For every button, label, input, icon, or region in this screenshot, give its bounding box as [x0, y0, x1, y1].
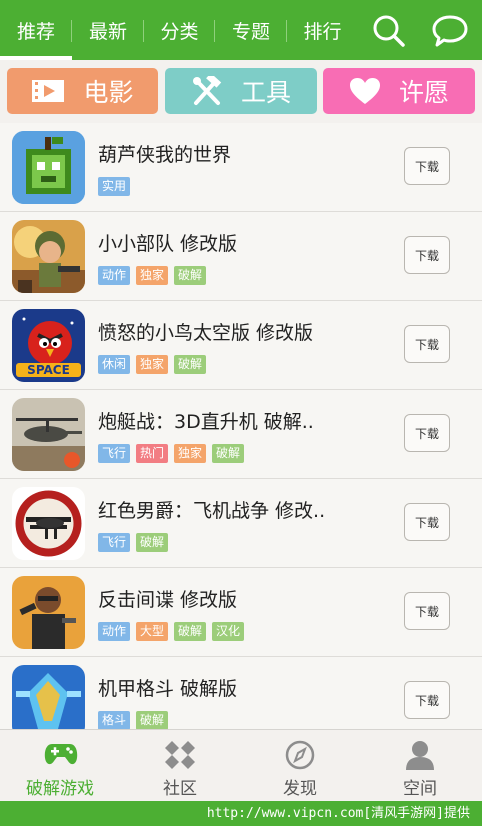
- download-button[interactable]: 下载: [404, 503, 450, 541]
- download-button[interactable]: 下载: [404, 414, 450, 452]
- tag: 破解: [174, 622, 207, 641]
- tag: 破解: [136, 711, 169, 729]
- list-item[interactable]: 机甲格斗 破解版 格斗 破解 下载: [0, 657, 482, 729]
- footer-watermark: http://www.vipcn.com[清风手游网]提供: [0, 801, 482, 826]
- tab-topic[interactable]: 专题: [215, 0, 287, 60]
- app-tags: 飞行 热门 独家 破解: [98, 444, 250, 463]
- tag: 动作: [98, 622, 131, 641]
- tab-category[interactable]: 分类: [144, 0, 215, 60]
- heart-icon: [349, 78, 380, 104]
- gamepad-icon: [44, 744, 78, 765]
- tag: 动作: [98, 266, 131, 285]
- app-title: 红色男爵：飞机战争 修改..: [98, 500, 326, 522]
- app-icon-little-commandos: [12, 220, 85, 293]
- app-icon-mech-fighter: [12, 665, 85, 729]
- app-tags: 休闲 独家 破解: [98, 355, 212, 374]
- nav-label: 破解游戏: [26, 779, 94, 799]
- tag: 飞行: [98, 444, 131, 463]
- list-item[interactable]: 反击间谍 修改版 动作 大型 破解 汉化 下载: [0, 568, 482, 657]
- download-button[interactable]: 下载: [404, 236, 450, 274]
- app-tags: 实用: [98, 177, 136, 196]
- list-item[interactable]: 葫芦侠我的世界 实用 下载: [0, 123, 482, 212]
- nav-community[interactable]: 社区: [120, 736, 240, 800]
- tag: 破解: [174, 355, 207, 374]
- list-item[interactable]: 炮艇战：3D直升机 破解.. 飞行 热门 独家 破解 下载: [0, 390, 482, 479]
- list-item[interactable]: 红色男爵：飞机战争 修改.. 飞行 破解 下载: [0, 479, 482, 568]
- movie-label: 电影: [83, 78, 134, 107]
- app-title: 葫芦侠我的世界: [98, 144, 232, 166]
- tag: 破解: [136, 533, 169, 552]
- app-title: 小小部队 修改版: [98, 233, 238, 255]
- nav-space[interactable]: 空间: [360, 736, 480, 800]
- movie-button[interactable]: 电影: [7, 68, 158, 114]
- compass-icon: [285, 740, 315, 770]
- tab-label: 最新: [88, 20, 127, 43]
- tag: 飞行: [98, 533, 131, 552]
- film-icon: [32, 80, 65, 102]
- app-icon-angry-birds-space: SPACE: [12, 309, 85, 382]
- download-button[interactable]: 下载: [404, 592, 450, 630]
- download-button[interactable]: 下载: [404, 681, 450, 719]
- app-icon-counter-spy: [12, 576, 85, 649]
- nav-label: 发现: [283, 779, 317, 799]
- tab-recommend[interactable]: 推荐: [0, 0, 72, 60]
- app-tags: 格斗 破解: [98, 711, 174, 729]
- app-tags: 动作 大型 破解 汉化: [98, 622, 250, 641]
- tab-ranking[interactable]: 排行: [287, 0, 358, 60]
- wish-button[interactable]: 许愿: [323, 68, 475, 114]
- tools-icon: [192, 76, 222, 105]
- user-icon: [406, 741, 434, 770]
- tab-label: 排行: [303, 20, 342, 43]
- bottom-navigation: 破解游戏 社区 发现 空间: [0, 729, 482, 801]
- tag: 休闲: [98, 355, 131, 374]
- tag: 独家: [174, 444, 207, 463]
- tag: 大型: [136, 622, 169, 641]
- nav-discover[interactable]: 发现: [240, 736, 360, 800]
- app-icon-gunship-battle: [12, 398, 85, 471]
- nav-label: 社区: [163, 779, 197, 799]
- tab-label: 专题: [231, 20, 270, 43]
- top-navigation: 推荐 最新 分类 专题 排行: [0, 0, 482, 60]
- download-button[interactable]: 下载: [404, 325, 450, 363]
- quick-links: 电影 工具 许愿: [0, 60, 482, 122]
- app-list: 葫芦侠我的世界 实用 下载 小小部队 修改版 动作 独家 破解 下载 SPACE…: [0, 123, 482, 729]
- app-title: 反击间谍 修改版: [98, 589, 238, 611]
- tag: 汉化: [212, 622, 245, 641]
- tag: 格斗: [98, 711, 131, 729]
- app-icon-red-baron: [12, 487, 85, 560]
- svg-text:SPACE: SPACE: [27, 363, 70, 377]
- tag: 破解: [174, 266, 207, 285]
- app-title: 炮艇战：3D直升机 破解..: [98, 411, 314, 433]
- list-item[interactable]: 小小部队 修改版 动作 独家 破解 下载: [0, 212, 482, 301]
- tools-label: 工具: [240, 78, 291, 107]
- tag: 独家: [136, 355, 169, 374]
- chat-icon[interactable]: [430, 10, 470, 50]
- tag: 热门: [136, 444, 169, 463]
- tag: 破解: [212, 444, 245, 463]
- tag: 实用: [98, 177, 131, 196]
- tab-label: 推荐: [16, 20, 55, 43]
- app-icon-minecraft: [12, 131, 85, 204]
- download-button[interactable]: 下载: [404, 147, 450, 185]
- nav-cracked-games[interactable]: 破解游戏: [0, 736, 120, 800]
- app-tags: 飞行 破解: [98, 533, 174, 552]
- tools-button[interactable]: 工具: [165, 68, 317, 114]
- app-tags: 动作 独家 破解: [98, 266, 212, 285]
- nav-label: 空间: [403, 779, 437, 799]
- app-title: 愤怒的小鸟太空版 修改版: [98, 322, 314, 344]
- app-title: 机甲格斗 破解版: [98, 678, 238, 700]
- search-icon[interactable]: [368, 10, 408, 50]
- tab-latest[interactable]: 最新: [72, 0, 144, 60]
- list-item[interactable]: SPACE 愤怒的小鸟太空版 修改版 休闲 独家 破解 下载: [0, 301, 482, 390]
- community-icon: [165, 741, 195, 769]
- tag: 独家: [136, 266, 169, 285]
- wish-label: 许愿: [398, 78, 449, 107]
- tab-label: 分类: [160, 20, 199, 43]
